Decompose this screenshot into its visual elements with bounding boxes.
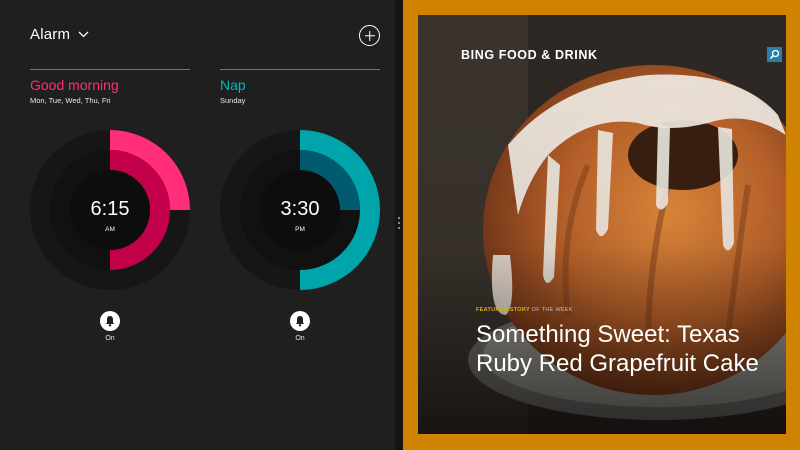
divider-gripper-icon[interactable] [398,217,401,233]
alarm-ampm: PM [295,226,305,233]
featured-label-suffix: OF THE WEEK [531,307,573,313]
alarm-time-dial[interactable]: 6:15 AM [30,130,190,290]
bell-icon [106,316,114,327]
alarm-time-dial[interactable]: 3:30 PM [220,130,380,290]
alarm-name: Nap [220,77,246,93]
alarm-time: 6:15 [90,198,130,220]
alarm-time: 3:30 [280,198,320,220]
alarm-card-nap[interactable]: Nap Sunday 3:30 PM On [220,69,380,342]
alarm-status: On [105,335,115,342]
alarm-toggle-button[interactable] [290,311,310,331]
app-title-dropdown[interactable]: Alarm [30,26,89,43]
hero-story-card[interactable]: BING FOOD & DRINK FEATURED STORY OF THE … [418,15,786,434]
alarm-ampm: AM [105,226,115,233]
alarm-days: Mon, Tue, Wed, Thu, Fri [30,96,111,105]
food-app-pane: BING FOOD & DRINK FEATURED STORY OF THE … [403,0,800,450]
bell-icon [296,316,304,327]
search-icon [769,49,780,60]
featured-story-label: FEATURED STORY OF THE WEEK [476,307,573,313]
alarm-divider [30,69,190,70]
story-headline-link[interactable]: Something Sweet: Texas Ruby Red Grapefru… [476,320,776,378]
alarm-card-good-morning[interactable]: Good morning Mon, Tue, Wed, Thu, Fri 6:1… [30,69,190,342]
alarm-toggle-button[interactable] [100,311,120,331]
app-title: BING FOOD & DRINK [461,48,598,62]
alarms-app-pane: Alarm Good morning Mon, Tue, Wed, Thu, F… [0,0,395,450]
chevron-down-icon [78,31,89,38]
search-button[interactable] [767,47,782,62]
alarm-status: On [295,335,305,342]
add-alarm-button[interactable] [359,25,380,46]
alarm-name: Good morning [30,77,119,93]
alarm-days: Sunday [220,96,246,105]
featured-label-text: FEATURED STORY [476,307,530,313]
app-title: Alarm [30,26,71,43]
alarm-divider [220,69,380,70]
